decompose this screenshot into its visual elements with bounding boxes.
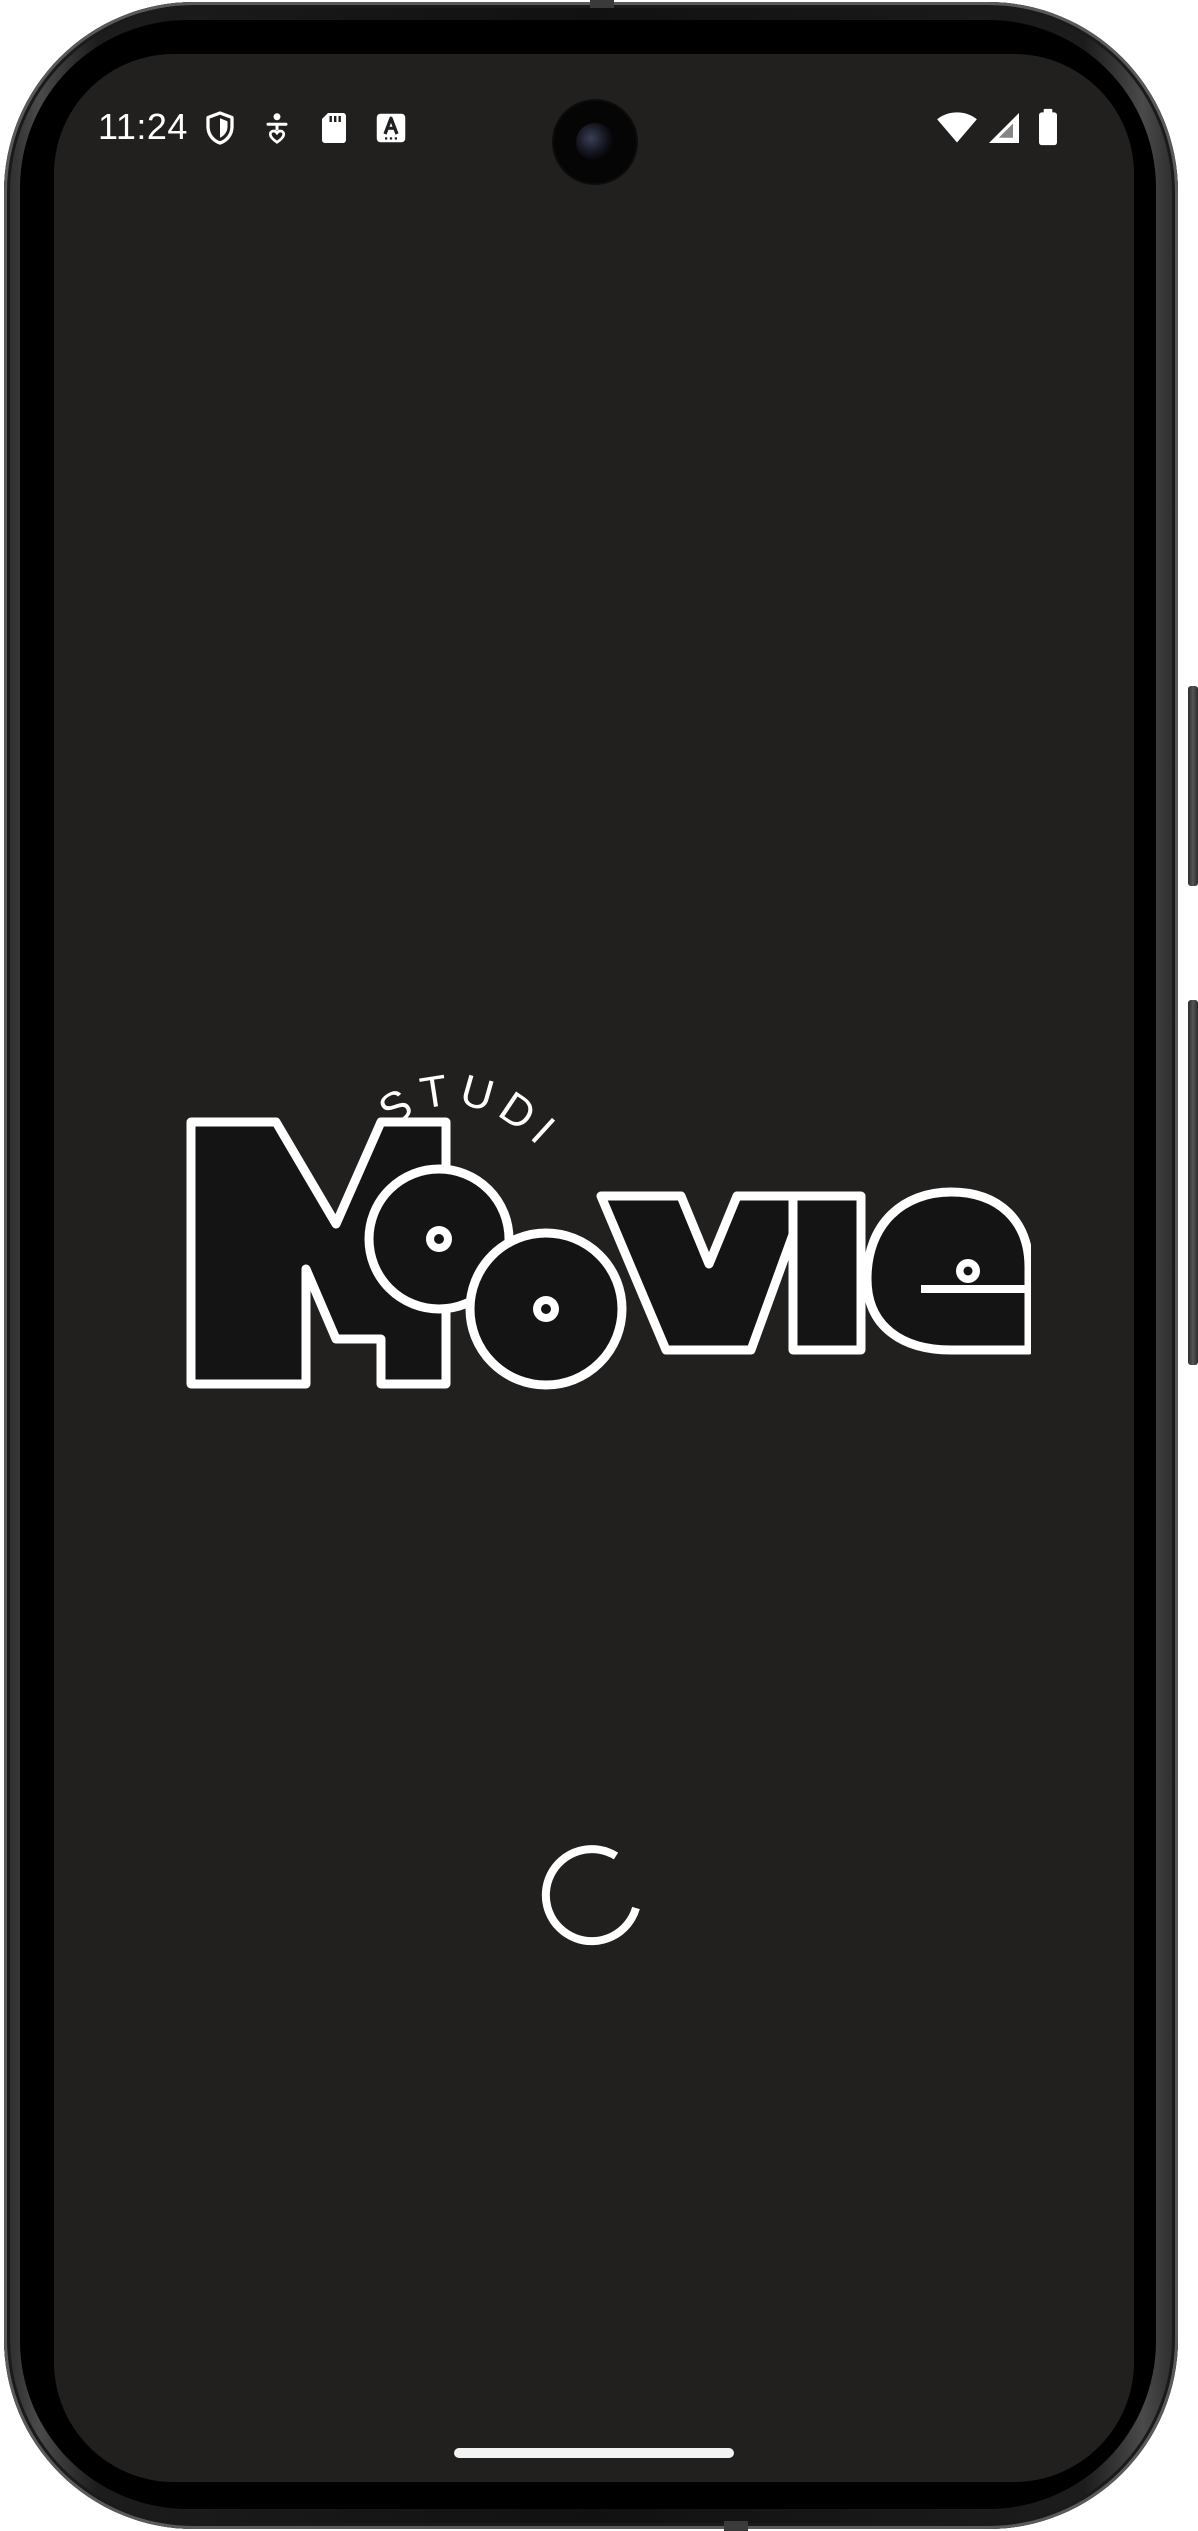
cellular-signal-icon <box>989 113 1019 143</box>
accessibility-icon <box>266 113 288 144</box>
wifi-icon <box>937 112 977 143</box>
status-bar: 11:24 <box>54 54 1134 204</box>
volume-button <box>1188 1000 1198 1365</box>
frame-seam <box>590 0 614 8</box>
studio-moovie-logo: STUDIO Moovie <box>160 970 1034 1409</box>
power-button <box>1188 686 1198 886</box>
shield-icon <box>206 111 234 145</box>
screen: 11:24 STUDI <box>54 54 1134 2482</box>
front-camera <box>554 101 636 183</box>
status-time: 11:24 <box>98 106 188 147</box>
phone-device: 11:24 STUDI <box>0 0 1198 2531</box>
battery-icon <box>1039 108 1057 146</box>
gesture-navigation-bar[interactable] <box>454 2448 734 2458</box>
logo-graphic: STUDIO <box>160 970 1034 1390</box>
frame-seam <box>724 2521 748 2531</box>
loading-spinner <box>541 1845 640 1946</box>
keyboard-a-icon <box>376 113 406 143</box>
sd-card-icon <box>322 113 346 143</box>
